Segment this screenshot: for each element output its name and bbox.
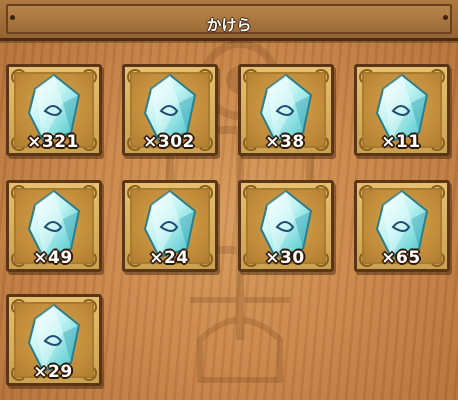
item-count: ×11 bbox=[381, 132, 421, 152]
item-count: ×65 bbox=[381, 248, 421, 268]
fragment-item[interactable]: ×321 bbox=[6, 64, 102, 158]
fragment-item[interactable]: ×302 bbox=[122, 64, 218, 158]
fragment-item[interactable]: ×11 bbox=[354, 64, 450, 158]
item-count: ×302 bbox=[143, 132, 195, 152]
item-count: ×30 bbox=[265, 248, 305, 268]
page-title: かけら bbox=[206, 16, 252, 34]
item-count: ×321 bbox=[27, 132, 79, 152]
item-count: ×38 bbox=[265, 132, 305, 152]
rivet-icon bbox=[443, 15, 448, 20]
fragment-item[interactable]: ×29 bbox=[6, 294, 102, 388]
item-count: ×24 bbox=[149, 248, 189, 268]
title-panel: かけら bbox=[6, 4, 452, 34]
fragment-item[interactable]: ×30 bbox=[238, 180, 334, 274]
fragment-item[interactable]: ×38 bbox=[238, 64, 334, 158]
item-count: ×29 bbox=[33, 362, 73, 382]
rivet-icon bbox=[10, 15, 15, 20]
item-count: ×49 bbox=[33, 248, 73, 268]
fragment-item[interactable]: ×24 bbox=[122, 180, 218, 274]
title-bar: かけら bbox=[0, 0, 458, 41]
fragment-item[interactable]: ×49 bbox=[6, 180, 102, 274]
fragment-item[interactable]: ×65 bbox=[354, 180, 450, 274]
